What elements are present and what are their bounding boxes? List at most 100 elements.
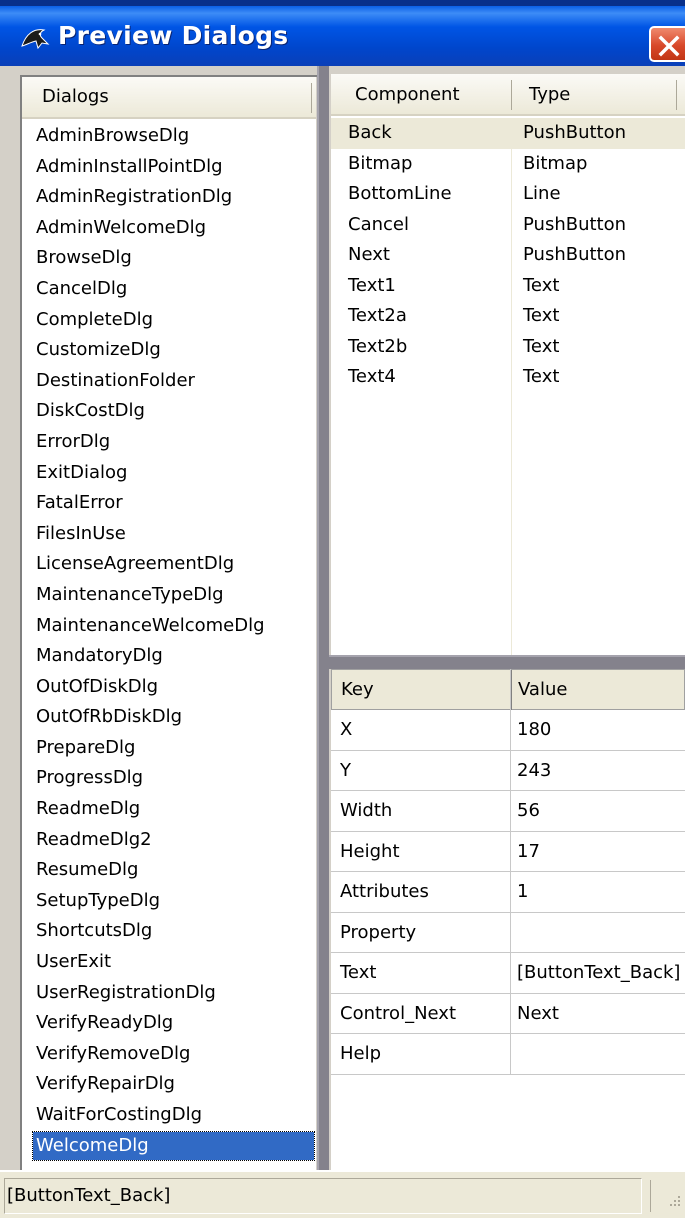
property-key-cell: Control_Next (340, 1002, 456, 1024)
dialog-list-item[interactable]: SetupTypeDlg (22, 886, 316, 917)
property-row[interactable]: Property (331, 913, 685, 953)
dialog-list-item-label: WelcomeDlg (32, 1130, 315, 1161)
component-row[interactable]: Next PushButton (331, 240, 685, 271)
component-type-cell: PushButton (523, 213, 627, 235)
dialog-list-item-label: MaintenanceTypeDlg (36, 583, 224, 605)
dialog-list-item[interactable]: AdminBrowseDlg (22, 121, 316, 152)
dialog-list-item-label: AdminWelcomeDlg (36, 216, 206, 238)
property-row[interactable]: Width 56 (331, 791, 685, 832)
dialog-list-item-label: OutOfRbDiskDlg (36, 706, 183, 728)
component-row[interactable]: Text4 Text (331, 362, 685, 393)
property-value-cell[interactable]: 243 (517, 760, 551, 781)
dialog-list-item[interactable]: BrowseDlg (22, 243, 316, 274)
dialog-list-item[interactable]: VerifyRepairDlg (22, 1069, 316, 1100)
dialog-list-item[interactable]: DestinationFolder (22, 366, 316, 397)
component-type-cell: PushButton (523, 244, 627, 265)
dialog-list-item-label: VerifyRemoveDlg (36, 1042, 191, 1064)
dialogs-column-header[interactable]: Dialogs (22, 77, 316, 119)
component-name-cell: Bitmap (348, 152, 413, 174)
dialogs-list-view[interactable]: Dialogs AdminBrowseDlg AdminInstallPointD… (22, 77, 316, 1177)
dialog-list-item-label: ErrorDlg (36, 430, 111, 452)
dialog-list-item[interactable]: MandatoryDlg (22, 641, 316, 672)
dialog-list-item[interactable]: ProgressDlg (22, 763, 316, 794)
component-row[interactable]: BottomLine Line (331, 179, 685, 210)
property-row[interactable]: Height 17 (331, 832, 685, 872)
dialog-list-item-label: VerifyReadyDlg (36, 1012, 174, 1034)
component-name-cell: Next (348, 244, 390, 265)
dialog-list-item-label: VerifyRepairDlg (36, 1073, 175, 1095)
dialog-list-item[interactable]: ResumeDlg (22, 855, 316, 886)
dialog-list-item[interactable]: CustomizeDlg (22, 335, 316, 366)
component-name-cell: Text1 (348, 274, 396, 296)
components-list-view[interactable]: Component Type Back PushButton Bitmap Bitma… (331, 74, 685, 655)
dialog-list-item[interactable]: WelcomeDlg (22, 1130, 316, 1162)
component-type-cell: Bitmap (523, 152, 588, 174)
dialog-list-item[interactable]: CancelDlg (22, 274, 316, 305)
property-value-cell[interactable]: 56 (517, 800, 540, 821)
dialog-list-item[interactable]: ShortcutsDlg (22, 916, 316, 947)
resize-grip-icon[interactable] (664, 1192, 682, 1210)
dialog-list-item[interactable]: UserExit (22, 947, 316, 978)
value-column-header[interactable]: Value (518, 679, 567, 700)
dialog-list-item[interactable]: OutOfRbDiskDlg (22, 702, 316, 733)
component-row[interactable]: Bitmap Bitmap (331, 149, 685, 180)
properties-grid-view[interactable]: Key Value X 180 Y 243 Width 56 Height 17 Attribu… (331, 669, 685, 1170)
dialog-list-item-label: ResumeDlg (36, 859, 139, 881)
property-value-cell[interactable]: 180 (517, 719, 551, 740)
close-button[interactable] (649, 26, 685, 62)
component-row[interactable]: Text1 Text (331, 271, 685, 302)
property-value-cell[interactable]: [ButtonText_Back] (517, 962, 680, 983)
property-key-cell: X (340, 719, 353, 740)
dialog-list-item[interactable]: OutOfDiskDlg (22, 672, 316, 703)
dialog-list-item-label: CustomizeDlg (36, 339, 161, 361)
window-title: Preview Dialogs (58, 21, 289, 50)
component-row[interactable]: Cancel PushButton (331, 210, 685, 241)
title-bar[interactable]: Preview Dialogs (0, 0, 685, 66)
dialog-list-item[interactable]: UserRegistrationDlg (22, 978, 316, 1009)
property-row[interactable]: Help (331, 1034, 685, 1075)
dialog-list-item[interactable]: WaitForCostingDlg (22, 1100, 316, 1131)
component-column-header[interactable]: Component (355, 84, 460, 105)
property-value-cell[interactable]: 17 (517, 841, 540, 862)
dialog-list-item-label: CancelDlg (36, 277, 128, 299)
property-value-cell[interactable]: Next (517, 1003, 559, 1024)
dialog-list-item[interactable]: MaintenanceTypeDlg (22, 580, 316, 611)
dialog-list-item[interactable]: AdminRegistrationDlg (22, 182, 316, 213)
dialog-list-item-label: AdminInstallPointDlg (36, 155, 223, 177)
dialog-list-item[interactable]: AdminInstallPointDlg (22, 152, 316, 183)
dialog-list-item[interactable]: PrepareDlg (22, 733, 316, 764)
dialog-list-item-label: FatalError (36, 492, 123, 514)
dialog-list-item[interactable]: AdminWelcomeDlg (22, 213, 316, 244)
dialog-list-item-label: AdminBrowseDlg (36, 125, 190, 146)
dialog-list-item[interactable]: ReadmeDlg (22, 794, 316, 825)
dialog-list-item[interactable]: FatalError (22, 488, 316, 519)
property-row[interactable]: Attributes 1 (331, 872, 685, 913)
dialog-list-item[interactable]: FilesInUse (22, 519, 316, 550)
dialog-list-item[interactable]: CompleteDlg (22, 305, 316, 336)
dialog-list-item-label: MandatoryDlg (36, 645, 163, 667)
dialog-list-item-label: PrepareDlg (36, 736, 136, 758)
dialog-list-item[interactable]: VerifyReadyDlg (22, 1008, 316, 1039)
horizontal-splitter[interactable] (329, 655, 685, 669)
dialog-list-item[interactable]: ErrorDlg (22, 427, 316, 458)
dialog-list-item[interactable]: LicenseAgreementDlg (22, 549, 316, 580)
key-column-header[interactable]: Key (341, 679, 374, 700)
property-row[interactable]: X 180 (331, 710, 685, 751)
component-row[interactable]: Text2a Text (331, 301, 685, 332)
dialog-list-item[interactable]: ReadmeDlg2 (22, 825, 316, 856)
property-row[interactable]: Control_Next Next (331, 994, 685, 1034)
dialog-list-item[interactable]: MaintenanceWelcomeDlg (22, 611, 316, 642)
component-row[interactable]: Back PushButton (331, 118, 685, 149)
dialog-list-item[interactable]: ExitDialog (22, 458, 316, 489)
property-row[interactable]: Text [ButtonText_Back] (331, 953, 685, 994)
dialog-list-item[interactable]: DiskCostDlg (22, 396, 316, 427)
vertical-splitter[interactable] (317, 66, 329, 1170)
property-key-cell: Help (340, 1043, 382, 1064)
component-row[interactable]: Text2b Text (331, 332, 685, 363)
dialog-list-item-label: DestinationFolder (36, 369, 195, 391)
dialog-list-item[interactable]: VerifyRemoveDlg (22, 1039, 316, 1070)
property-row[interactable]: Y 243 (331, 751, 685, 791)
dialog-list-item-label: UserExit (36, 951, 112, 973)
property-value-cell[interactable]: 1 (517, 881, 528, 902)
type-column-header[interactable]: Type (529, 84, 570, 105)
